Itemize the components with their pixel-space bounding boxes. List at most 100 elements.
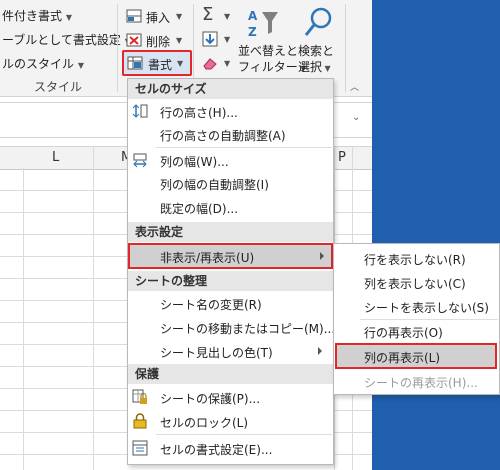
fill-button[interactable]: ▼ — [200, 29, 236, 49]
menu-item-tab-color[interactable]: シート見出しの色(T) — [128, 340, 333, 362]
autofit-row-label: 行の高さの自動調整(A) — [160, 129, 286, 143]
format-label: 書式 — [148, 58, 173, 72]
fill-down-icon — [202, 31, 218, 47]
submenu-arrow-icon — [318, 347, 322, 355]
sigma-icon: Σ — [202, 4, 214, 25]
protect-sheet-icon — [132, 389, 147, 404]
insert-label: 挿入 — [146, 11, 171, 25]
section-cell-size: セルのサイズ — [128, 79, 333, 99]
find-select-label-1: 検索と — [298, 44, 335, 58]
chevron-down-icon: ▼ — [322, 64, 331, 73]
collapse-ribbon-icon[interactable]: ︿ — [350, 80, 359, 93]
chevron-down-icon: ▼ — [224, 35, 231, 44]
sort-filter-button[interactable]: A Z 並べ替えと フィルター ▼ — [238, 4, 306, 76]
menu-item-lock-cell[interactable]: セルのロック(L) — [128, 410, 333, 432]
format-cells-label: セルの書式設定(E)... — [160, 443, 273, 457]
grid-line — [23, 168, 24, 470]
submenu-arrow-icon — [320, 252, 324, 260]
find-select-button[interactable]: 検索と 選択 ▼ — [296, 4, 340, 76]
find-select-label-text: 選択 — [298, 60, 323, 74]
move-copy-sheet-label: シートの移動またはコピー(M)... — [160, 322, 336, 336]
rename-sheet-label: シート名の変更(R) — [160, 298, 262, 312]
chevron-down-icon: ▼ — [224, 59, 231, 68]
chevron-down-icon: ▼ — [176, 36, 183, 45]
submenu-item-unhide-columns[interactable]: 列の再表示(L) — [335, 343, 497, 369]
submenu-item-unhide-rows[interactable]: 行の再表示(O) — [334, 320, 499, 342]
hide-sheet-label: シートを表示しない(S) — [364, 301, 489, 315]
delete-icon — [126, 33, 142, 47]
delete-button[interactable]: 削除 ▼ — [126, 31, 186, 49]
row-height-label: 行の高さ(H)... — [160, 106, 238, 120]
menu-item-move-copy-sheet[interactable]: シートの移動またはコピー(M)... — [128, 316, 336, 338]
magnifier-icon — [304, 7, 332, 36]
menu-item-column-width[interactable]: 列の幅(W)... — [128, 149, 333, 171]
column-header-p[interactable]: P — [338, 150, 346, 165]
group-separator — [117, 4, 118, 92]
menu-item-autofit-row[interactable]: 行の高さの自動調整(A) — [128, 123, 333, 145]
format-as-table-button[interactable]: ーブルとして書式設定 ▼ — [2, 31, 131, 48]
menu-item-row-height[interactable]: 行の高さ(H)... — [128, 100, 333, 122]
menu-item-format-cells[interactable]: セルの書式設定(E)... — [128, 436, 333, 460]
group-separator — [345, 4, 346, 92]
protect-sheet-label: シートの保護(P)... — [160, 392, 261, 406]
column-width-icon — [133, 153, 147, 168]
conditional-format-label: 件付き書式 — [2, 9, 63, 23]
unhide-rows-label: 行の再表示(O) — [364, 326, 443, 340]
format-as-table-label: ーブルとして書式設定 — [2, 33, 121, 47]
column-width-label: 列の幅(W)... — [160, 155, 229, 169]
section-visibility: 表示設定 — [128, 222, 333, 242]
sort-filter-label-1: 並べ替えと — [238, 44, 299, 58]
expand-formula-bar-icon[interactable]: ⌄ — [352, 112, 360, 123]
menu-item-protect-sheet[interactable]: シートの保護(P)... — [128, 386, 333, 408]
chevron-down-icon: ▼ — [77, 61, 84, 70]
unhide-sheet-label: シートの再表示(H)... — [364, 376, 478, 390]
section-protection: 保護 — [128, 364, 333, 384]
format-icon — [127, 56, 143, 70]
svg-text:Z: Z — [248, 25, 257, 39]
submenu-item-hide-rows[interactable]: 行を表示しない(R) — [334, 247, 499, 269]
chevron-down-icon: ▼ — [176, 12, 183, 21]
default-width-label: 既定の幅(D)... — [160, 202, 239, 216]
sort-filter-label-text: フィルター — [238, 60, 298, 74]
delete-label: 削除 — [146, 35, 171, 49]
hide-rows-label: 行を表示しない(R) — [364, 253, 466, 267]
lock-cell-label: セルのロック(L) — [160, 416, 249, 430]
menu-item-default-width[interactable]: 既定の幅(D)... — [128, 196, 333, 218]
menu-item-hide-unhide[interactable]: 非表示/再表示(U) — [128, 243, 333, 269]
grid-line — [93, 146, 94, 470]
menu-separator — [156, 147, 332, 148]
autosum-button[interactable]: Σ ▼ — [200, 4, 236, 26]
cell-styles-button[interactable]: ルのスタイル ▼ — [2, 55, 84, 72]
tab-color-label: シート見出しの色(T) — [160, 346, 273, 360]
svg-text:A: A — [248, 9, 258, 23]
styles-group-label: スタイル — [34, 80, 83, 94]
chevron-down-icon: ▼ — [177, 59, 184, 68]
insert-button[interactable]: 挿入 ▼ — [126, 7, 186, 25]
hide-unhide-label: 非表示/再表示(U) — [160, 251, 255, 265]
eraser-icon — [203, 58, 217, 70]
hide-unhide-submenu: 行を表示しない(R) 列を表示しない(C) シートを表示しない(S) 行の再表示… — [333, 243, 500, 395]
cell-styles-label: ルのスタイル — [2, 57, 75, 71]
column-header-l[interactable]: L — [52, 150, 59, 165]
chevron-down-icon: ▼ — [65, 13, 72, 22]
find-select-label-2: 選択 ▼ — [298, 58, 331, 75]
lock-icon — [133, 413, 147, 429]
unhide-columns-label: 列の再表示(L) — [364, 351, 441, 365]
clear-button[interactable]: ▼ — [200, 53, 236, 73]
format-dropdown-menu: セルのサイズ 行の高さ(H)... 行の高さの自動調整(A) 列の幅(W)...… — [127, 78, 336, 465]
format-button[interactable]: 書式 ▼ — [122, 50, 192, 76]
hide-columns-label: 列を表示しない(C) — [364, 277, 466, 291]
autofit-column-label: 列の幅の自動調整(I) — [160, 178, 269, 192]
section-organize-sheets: シートの整理 — [128, 271, 333, 291]
submenu-item-hide-columns[interactable]: 列を表示しない(C) — [334, 271, 499, 293]
submenu-item-unhide-sheet: シートの再表示(H)... — [334, 370, 499, 392]
menu-separator — [156, 434, 332, 435]
insert-icon — [126, 9, 142, 23]
menu-item-autofit-column[interactable]: 列の幅の自動調整(I) — [128, 172, 333, 194]
row-height-icon — [132, 104, 148, 118]
sort-filter-icon: A Z — [248, 9, 278, 39]
format-cells-icon — [132, 440, 148, 456]
submenu-item-hide-sheet[interactable]: シートを表示しない(S) — [334, 295, 499, 317]
conditional-format-button[interactable]: 件付き書式 ▼ — [2, 7, 72, 24]
menu-item-rename-sheet[interactable]: シート名の変更(R) — [128, 292, 333, 314]
